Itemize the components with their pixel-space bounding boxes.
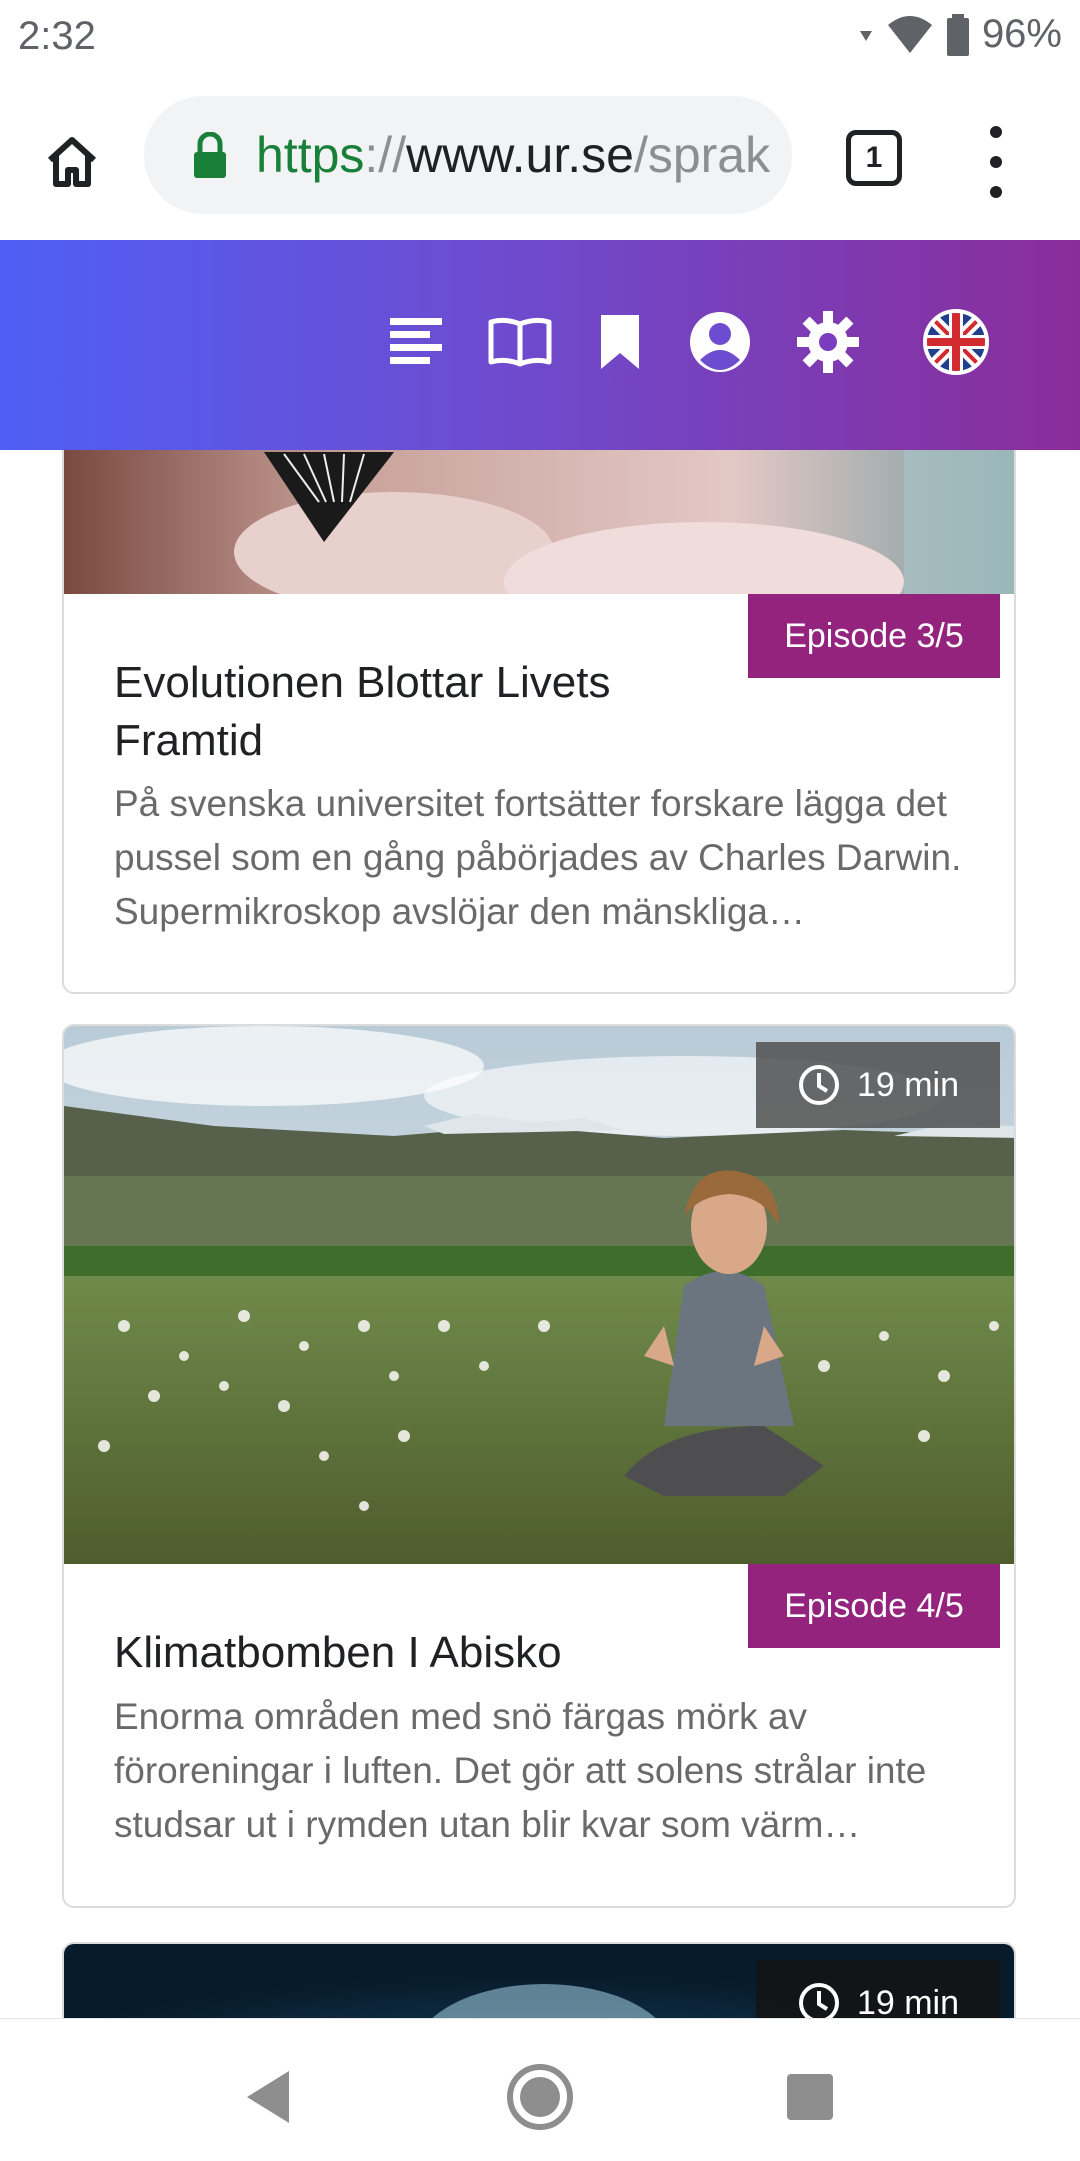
back-icon[interactable] <box>228 2057 308 2137</box>
url-separator: :// <box>364 127 407 183</box>
duration-badge: 19 min <box>756 1042 1000 1128</box>
duration-text: 19 min <box>856 1983 960 2019</box>
text-lines-icon[interactable] <box>376 302 456 382</box>
uk-flag-icon[interactable] <box>916 302 996 382</box>
home-button[interactable] <box>36 126 108 198</box>
account-icon[interactable] <box>680 302 760 382</box>
status-indicators: 96% <box>858 12 1062 57</box>
battery-percent: 96% <box>981 12 1062 56</box>
clock-icon <box>798 1065 839 1105</box>
battery-icon <box>946 13 969 56</box>
episode-description: På svenska universitet fortsätter forska… <box>114 783 962 932</box>
episode-3-thumbnail <box>64 450 1014 594</box>
episode-badge: Episode 3/5 <box>748 594 1000 678</box>
episode-list: Episode 3/5 Evolutionen Blottar Livets F… <box>0 450 1080 2018</box>
wifi-icon <box>887 15 932 53</box>
episode-description: Enorma områden med snö färgas mörk av fö… <box>114 1696 927 1845</box>
lock-icon <box>194 132 226 178</box>
episode-card-5[interactable]: 19 min <box>62 1942 1016 2018</box>
duration-text: 19 min <box>856 1065 960 1104</box>
overflow-menu-icon[interactable] <box>976 126 1016 198</box>
home-icon <box>47 137 97 187</box>
browser-toolbar: https://www.ur.se/sprak 1 <box>0 76 1080 240</box>
site-header <box>0 240 1080 450</box>
book-icon[interactable] <box>480 302 560 382</box>
episode-title[interactable]: Evolutionen Blottar Livets Framtid <box>114 654 694 770</box>
status-time: 2:32 <box>18 14 96 58</box>
signal-icon <box>859 30 872 41</box>
url-bar[interactable]: https://www.ur.se/sprak <box>144 96 792 214</box>
tab-count: 1 <box>865 141 883 174</box>
episode-card-3[interactable]: Episode 3/5 Evolutionen Blottar Livets F… <box>62 450 1016 994</box>
duration-badge: 19 min <box>756 1960 1000 2018</box>
recents-icon[interactable] <box>770 2057 850 2137</box>
tab-switcher-button[interactable]: 1 <box>846 130 902 186</box>
episode-card-4[interactable]: 19 min Episode 4/5 Klimatbomben I Abisko… <box>62 1024 1016 1908</box>
url-text[interactable]: https://www.ur.se/sprak <box>256 126 776 184</box>
settings-gear-icon[interactable] <box>788 302 868 382</box>
home-circle-icon[interactable] <box>500 2057 580 2137</box>
bookmark-icon[interactable] <box>580 302 660 382</box>
system-nav-bar <box>0 2018 1080 2161</box>
clock-icon <box>798 1983 839 2018</box>
episode-title[interactable]: Klimatbomben I Abisko <box>114 1624 964 1682</box>
status-bar: 2:32 96% <box>0 0 1080 76</box>
url-host: www.ur.se <box>406 127 634 183</box>
url-path: /sprak <box>633 127 771 183</box>
url-scheme: https <box>256 127 365 183</box>
